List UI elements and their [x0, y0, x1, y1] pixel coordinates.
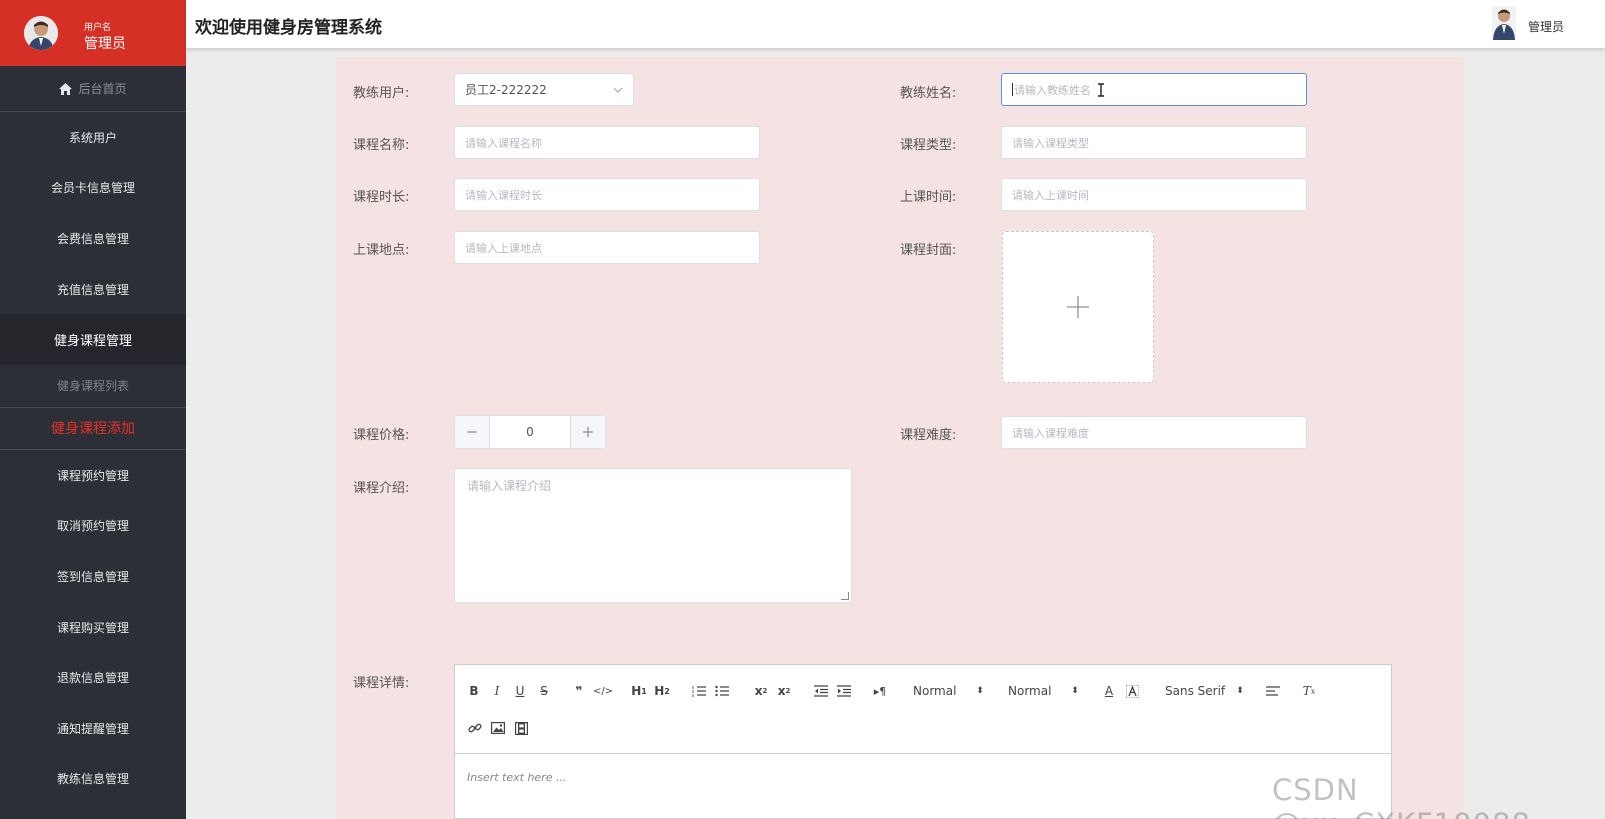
course-type-input[interactable]: 请输入课程类型: [1001, 126, 1307, 159]
location-input[interactable]: 请输入上课地点: [454, 231, 760, 264]
header-select-value: Normal: [913, 684, 957, 698]
font-select-value: Sans Serif: [1165, 684, 1226, 698]
price-stepper: 0: [454, 415, 606, 449]
header-select[interactable]: Normal: [913, 684, 956, 698]
increment-button[interactable]: [570, 416, 605, 448]
location-label: 上课地点:: [353, 243, 410, 258]
subscript-icon[interactable]: x2: [753, 681, 769, 701]
sidebar-item-cancel-booking[interactable]: 取消预约管理: [0, 501, 186, 552]
course-name-input[interactable]: 请输入课程名称: [454, 126, 760, 159]
coach-user-label: 教练用户:: [353, 86, 410, 101]
sidebar-item-label: 后台首页: [78, 82, 127, 96]
size-select-value: Normal: [1008, 684, 1052, 698]
course-name-label: 课程名称:: [353, 138, 410, 153]
text-direction-icon[interactable]: ▸¶: [872, 681, 888, 701]
link-icon[interactable]: [467, 718, 483, 738]
difficulty-input[interactable]: 请输入课程难度: [1001, 416, 1307, 449]
sidebar-item-membership-card[interactable]: 会员卡信息管理: [0, 163, 186, 214]
class-time-input[interactable]: 请输入上课时间: [1001, 178, 1307, 211]
coach-name-input[interactable]: 请输入教练姓名: [1001, 73, 1307, 106]
italic-icon[interactable]: I: [490, 681, 504, 701]
resize-handle[interactable]: [841, 592, 849, 600]
align-icon[interactable]: [1265, 681, 1281, 701]
size-select[interactable]: Normal: [1008, 684, 1051, 698]
background-color-icon[interactable]: [1125, 681, 1139, 701]
sidebar-item-checkin[interactable]: 签到信息管理: [0, 551, 186, 602]
plus-icon: [1067, 296, 1089, 318]
intro-label: 课程介绍:: [353, 481, 410, 496]
minus-icon: [467, 431, 477, 433]
sidebar-item-booking[interactable]: 课程预约管理: [0, 450, 186, 501]
duration-input[interactable]: 请输入课程时长: [454, 178, 760, 211]
sidebar-subitem-course-add[interactable]: 健身课程添加: [0, 408, 186, 450]
decrement-button[interactable]: [455, 416, 490, 448]
image-icon[interactable]: [490, 718, 506, 738]
superscript-icon[interactable]: x2: [776, 681, 792, 701]
header-avatar[interactable]: [1492, 6, 1516, 40]
home-icon: [59, 82, 73, 95]
header1-icon[interactable]: H1: [631, 681, 647, 701]
font-select[interactable]: Sans Serif: [1165, 684, 1225, 698]
chevron-down-icon: [613, 87, 623, 93]
watermark: CSDN @vx_CXKF10088: [1272, 773, 1530, 819]
text-caret: [1012, 83, 1013, 96]
size-select-arrows-icon[interactable]: ⬍: [1070, 681, 1080, 701]
blockquote-icon[interactable]: ❞: [572, 681, 586, 701]
price-value[interactable]: 0: [490, 416, 570, 448]
cover-label: 课程封面:: [900, 243, 957, 258]
intro-textarea[interactable]: 请输入课程介绍: [454, 468, 852, 603]
sidebar-item-purchase[interactable]: 课程购买管理: [0, 602, 186, 653]
header-username[interactable]: 管理员: [1528, 18, 1564, 35]
course-type-label: 课程类型:: [900, 138, 957, 153]
page-title: 欢迎使用健身房管理系统: [195, 18, 382, 38]
text-cursor-icon: [1098, 82, 1104, 97]
sidebar-item-fees[interactable]: 会费信息管理: [0, 213, 186, 264]
sidebar-item-refund[interactable]: 退款信息管理: [0, 652, 186, 703]
outdent-icon[interactable]: [813, 681, 829, 701]
intro-placeholder: 请输入课程介绍: [467, 479, 552, 493]
header2-icon[interactable]: H2: [654, 681, 670, 701]
indent-icon[interactable]: [836, 681, 852, 701]
editor-placeholder[interactable]: Insert text here ...: [467, 771, 566, 784]
sidebar-item-system-users[interactable]: 系统用户: [0, 112, 186, 163]
font-select-arrows-icon[interactable]: ⬍: [1235, 681, 1245, 701]
header-select-arrows-icon[interactable]: ⬍: [975, 681, 985, 701]
coach-name-label: 教练姓名:: [900, 86, 957, 101]
sidebar-item-notice[interactable]: 通知提醒管理: [0, 703, 186, 754]
sidebar-subitem-course-list[interactable]: 健身课程列表: [0, 365, 186, 408]
sidebar-item-home[interactable]: 后台首页: [0, 66, 186, 112]
bold-icon[interactable]: B: [467, 681, 481, 701]
bullet-list-icon[interactable]: [714, 681, 730, 701]
video-icon[interactable]: [513, 718, 529, 738]
clear-format-icon[interactable]: Tx: [1301, 681, 1317, 701]
user-label: 用户名: [84, 23, 112, 33]
text-color-icon[interactable]: A: [1102, 681, 1116, 701]
ordered-list-icon[interactable]: [691, 681, 707, 701]
cover-upload[interactable]: [1002, 231, 1154, 383]
class-time-label: 上课时间:: [900, 190, 957, 205]
plus-icon: [583, 427, 593, 437]
code-block-icon[interactable]: </>: [593, 681, 613, 701]
price-label: 课程价格:: [353, 428, 410, 443]
top-header: 欢迎使用健身房管理系统 管理员: [186, 0, 1605, 48]
editor-toolbar: B I U S ❞ </> H1 H2 x2 x2 ▸¶ Normal ⬍ No…: [455, 665, 1391, 754]
coach-name-placeholder: 请输入教练姓名: [1014, 83, 1091, 97]
user-box: 用户名 管理员: [0, 0, 186, 66]
sidebar-item-coach[interactable]: 教练信息管理: [0, 754, 186, 805]
duration-label: 课程时长:: [353, 190, 410, 205]
detail-label: 课程详情:: [353, 676, 410, 691]
underline-icon[interactable]: U: [513, 681, 527, 701]
user-name: 管理员: [84, 36, 126, 52]
coach-user-value: 员工2-222222: [465, 83, 547, 97]
sidebar-item-recharge[interactable]: 充值信息管理: [0, 264, 186, 315]
user-avatar: [24, 16, 58, 50]
sidebar: 用户名 管理员 后台首页 系统用户 会员卡信息管理 会费信息管理 充值信息管理 …: [0, 0, 186, 819]
coach-user-select[interactable]: 员工2-222222: [454, 73, 634, 106]
rich-text-editor: B I U S ❞ </> H1 H2 x2 x2 ▸¶ Normal ⬍ No…: [454, 664, 1392, 819]
difficulty-label: 课程难度:: [900, 428, 957, 443]
sidebar-item-fitness-course[interactable]: 健身课程管理: [0, 314, 186, 365]
strikethrough-icon[interactable]: S: [537, 681, 551, 701]
